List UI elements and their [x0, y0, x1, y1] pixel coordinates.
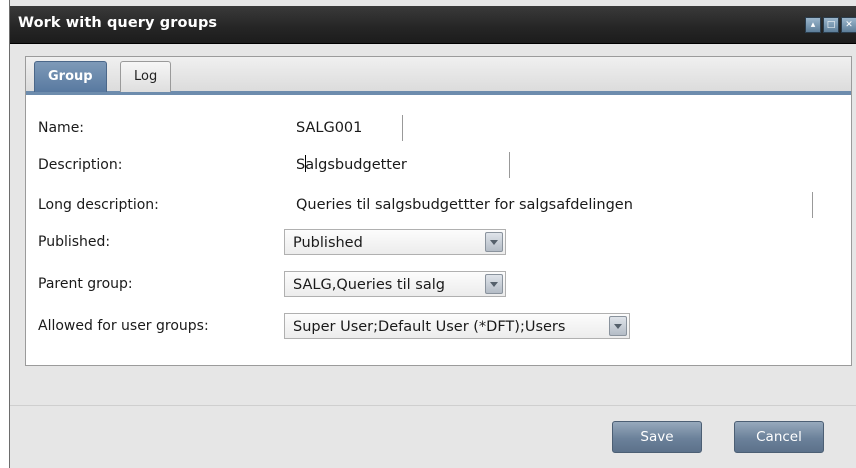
description-prefix: S — [296, 157, 306, 173]
parent-group-value: SALG,Queries til salg — [293, 277, 445, 293]
description-label: Description: — [38, 157, 123, 173]
description-suffix: algsbudgetter — [305, 157, 407, 173]
cancel-button[interactable]: Cancel — [734, 421, 824, 453]
long-description-label: Long description: — [38, 197, 159, 213]
chevron-down-icon[interactable] — [485, 274, 503, 294]
parent-group-label: Parent group: — [38, 276, 133, 292]
tab-log[interactable]: Log — [120, 61, 172, 92]
close-icon[interactable]: ✕ — [841, 17, 856, 33]
allowed-user-groups-select[interactable]: Super User;Default User (*DFT);Users — [284, 313, 630, 339]
chevron-down-icon[interactable] — [609, 316, 627, 336]
parent-group-select[interactable]: SALG,Queries til salg — [284, 271, 506, 297]
footer-divider — [10, 405, 856, 406]
tab-group[interactable]: Group — [34, 61, 107, 92]
chevron-down-icon[interactable] — [485, 232, 503, 252]
published-value: Published — [293, 235, 363, 251]
window-title: Work with query groups — [18, 15, 218, 31]
published-label: Published: — [38, 234, 111, 250]
name-field[interactable]: SALG001 — [288, 115, 403, 141]
maximize-icon[interactable]: □ — [823, 17, 839, 33]
title-bar: Work with query groups ▴ □ ✕ — [10, 6, 856, 44]
allowed-user-groups-label: Allowed for user groups: — [38, 318, 209, 334]
tab-bar: Group Log — [26, 57, 851, 95]
window-controls: ▴ □ ✕ — [805, 17, 856, 33]
save-button[interactable]: Save — [612, 421, 702, 453]
query-groups-window: Work with query groups ▴ □ ✕ Group Log N… — [9, 0, 856, 468]
allowed-user-groups-value: Super User;Default User (*DFT);Users — [293, 319, 566, 335]
published-select[interactable]: Published — [284, 229, 506, 255]
long-description-field[interactable]: Queries til salgsbudgettter for salgsafd… — [288, 192, 813, 218]
name-label: Name: — [38, 120, 85, 136]
minimize-icon[interactable]: ▴ — [805, 17, 821, 33]
description-field[interactable]: Salgsbudgetter — [288, 152, 510, 178]
